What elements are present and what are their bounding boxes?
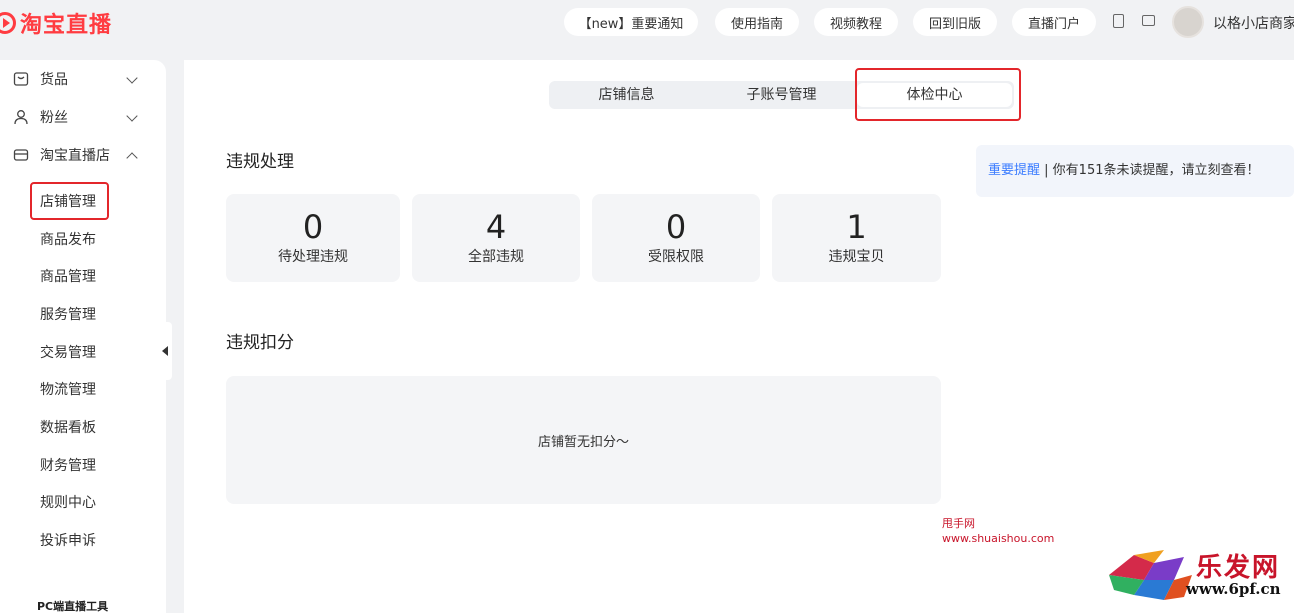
highlight-box: [30, 182, 109, 220]
important-reminder-link[interactable]: 重要提醒: [988, 163, 1040, 178]
sidebar-item-product-management[interactable]: 商品管理: [40, 267, 96, 287]
important-notice-button[interactable]: 【new】重要通知: [564, 8, 698, 36]
main-content: 店铺信息 子账号管理 体检中心 违规处理 0 待处理违规 4 全部违规 0 受限…: [184, 60, 1294, 613]
top-header: 淘宝直播 【new】重要通知 使用指南 视频教程 回到旧版 直播门户 以格小店商…: [0, 0, 1294, 46]
sidebar-item-product-publish[interactable]: 商品发布: [40, 230, 96, 250]
logo-text: 淘宝直播: [20, 13, 113, 38]
sidebar-item-complaints[interactable]: 投诉申诉: [40, 531, 96, 551]
taobao-live-logo[interactable]: 淘宝直播: [0, 7, 112, 39]
highlight-box: [855, 68, 1021, 121]
store-icon: [12, 146, 30, 164]
sidebar-group-fans[interactable]: 粉丝: [12, 105, 68, 129]
lefa-watermark-logo: 乐发网 www.6pf.cn: [1104, 545, 1294, 607]
lion-logo-icon: [1109, 550, 1192, 600]
stat-label: 全部违规: [468, 249, 524, 265]
sidebar-group-label: 货品: [40, 72, 68, 88]
live-portal-button[interactable]: 直播门户: [1012, 8, 1096, 36]
live-play-icon: [0, 12, 16, 34]
stat-value: 1: [846, 208, 867, 246]
video-tutorial-button[interactable]: 视频教程: [814, 8, 898, 36]
collapse-arrow-icon: [162, 346, 168, 356]
sidebar-item-logistics-management[interactable]: 物流管理: [40, 380, 96, 400]
watermark-brand-url: www.6pf.cn: [1186, 580, 1281, 598]
sidebar-item-data-dashboard[interactable]: 数据看板: [40, 418, 96, 438]
stat-card-restricted[interactable]: 0 受限权限: [592, 194, 760, 282]
user-guide-button[interactable]: 使用指南: [715, 8, 799, 36]
sidebar-group-taobao-live-store[interactable]: 淘宝直播店: [12, 143, 110, 167]
deduction-empty-state: 店铺暂无扣分～: [226, 376, 941, 504]
stat-value: 4: [485, 208, 507, 246]
empty-state-text: 店铺暂无扣分～: [537, 434, 629, 450]
stat-label: 违规宝贝: [828, 249, 885, 265]
message-icon[interactable]: [1142, 15, 1155, 26]
shuaishou-watermark: 甩手网 www.shuaishou.com: [942, 516, 1054, 546]
sidebar-group-label: 粉丝: [40, 110, 68, 126]
notice-text: 你有151条未读提醒，请立刻查看！: [1052, 163, 1260, 178]
pc-live-tool-label[interactable]: PC端直播工具: [37, 598, 108, 613]
watermark-site-name: 甩手网: [942, 517, 975, 530]
sidebar-item-service-management[interactable]: 服务管理: [40, 305, 96, 325]
stat-card-items[interactable]: 1 违规宝贝: [772, 194, 941, 282]
tab-store-info[interactable]: 店铺信息: [549, 81, 704, 109]
sidebar-collapse-toggle[interactable]: [158, 322, 172, 380]
stat-label: 待处理违规: [278, 249, 348, 265]
watermark-site-url: www.shuaishou.com: [942, 532, 1055, 545]
stat-label: 受限权限: [648, 249, 704, 265]
notice-banner: 重要提醒 | 你有151条未读提醒，请立刻查看！: [976, 145, 1294, 197]
watermark-brand: 乐发网: [1196, 553, 1281, 583]
shop-name[interactable]: 以格小店商家: [1213, 13, 1294, 33]
stat-card-pending[interactable]: 0 待处理违规: [226, 194, 400, 282]
sidebar-group-label: 淘宝直播店: [40, 148, 110, 164]
back-to-old-version-button[interactable]: 回到旧版: [913, 8, 997, 36]
stat-value: 0: [665, 208, 687, 246]
stat-card-all[interactable]: 4 全部违规: [412, 194, 580, 282]
sidebar-item-trade-management[interactable]: 交易管理: [40, 343, 96, 363]
violation-section-title: 违规处理: [226, 152, 294, 172]
stat-value: 0: [302, 208, 324, 246]
sidebar-item-rules-center[interactable]: 规则中心: [40, 493, 96, 513]
deduction-section-title: 违规扣分: [226, 333, 294, 353]
tab-sub-account-management[interactable]: 子账号管理: [704, 81, 859, 109]
bag-icon: [12, 70, 30, 88]
user-icon: [12, 108, 30, 126]
document-icon[interactable]: [1113, 14, 1124, 28]
notice-separator: |: [1040, 163, 1053, 178]
sidebar-item-finance-management[interactable]: 财务管理: [40, 456, 96, 476]
avatar[interactable]: [1172, 6, 1204, 38]
sidebar-group-goods[interactable]: 货品: [12, 67, 68, 91]
